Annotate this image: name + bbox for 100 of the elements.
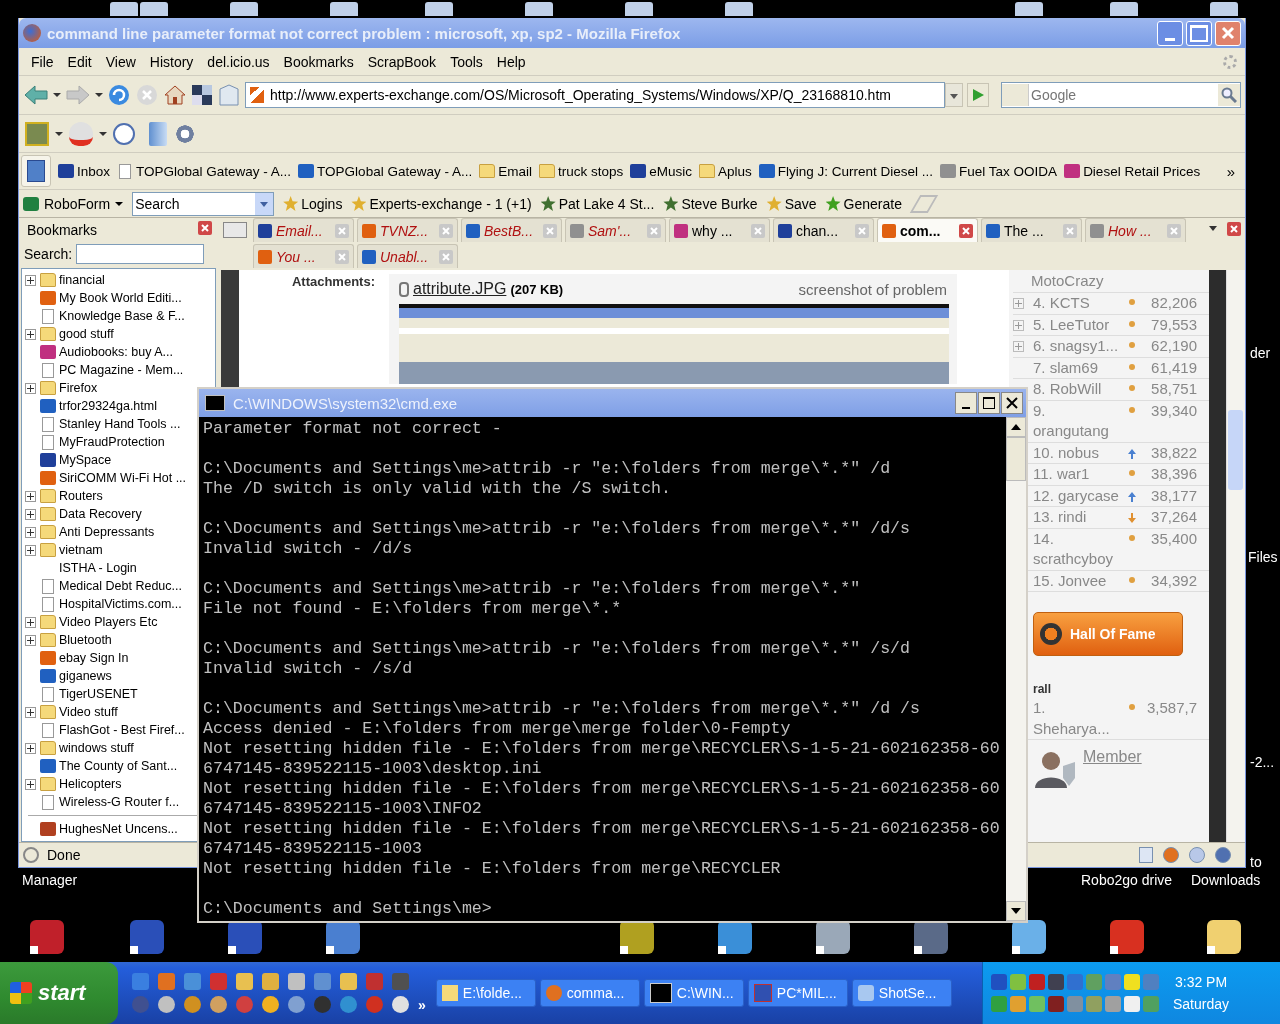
- start-button[interactable]: start: [0, 962, 118, 1024]
- browser-tab[interactable]: How ...: [1085, 218, 1186, 242]
- scrollbar[interactable]: [1006, 417, 1026, 921]
- quick-launch-icon[interactable]: [262, 996, 279, 1013]
- bookmark-item[interactable]: FlashGot - Best Firef...: [59, 723, 185, 737]
- checkerboard-icon[interactable]: [191, 84, 213, 106]
- desktop-shortcut-icon[interactable]: [30, 920, 64, 954]
- menu-item[interactable]: Tools: [444, 51, 489, 72]
- close-button[interactable]: [1001, 392, 1023, 414]
- expand-icon[interactable]: [25, 328, 36, 340]
- caret-icon[interactable]: [115, 201, 124, 206]
- bookmark-item[interactable]: giganews: [59, 669, 112, 683]
- quick-launch-icon[interactable]: [158, 996, 175, 1013]
- bookmark-link[interactable]: eMusic: [649, 163, 692, 179]
- toolbar-link[interactable]: Steve Burke: [681, 195, 758, 212]
- taskbar-button[interactable]: E:\folde...: [435, 979, 536, 1007]
- tray-icon[interactable]: [1048, 974, 1064, 990]
- expand-icon[interactable]: [25, 706, 36, 718]
- scroll-up-icon[interactable]: [1006, 417, 1026, 437]
- scroll-thumb[interactable]: [1006, 437, 1026, 481]
- bookmark-item[interactable]: Routers: [59, 489, 103, 503]
- bookmark-item[interactable]: Knowledge Base & F...: [59, 309, 185, 323]
- browser-tab[interactable]: The ...: [981, 218, 1082, 242]
- desktop-icon-label[interactable]: Files: [1248, 549, 1278, 565]
- bookmark-item[interactable]: ISTHA - Login: [59, 561, 137, 575]
- menu-item[interactable]: ScrapBook: [361, 51, 443, 72]
- expand-icon[interactable]: [25, 490, 36, 502]
- bookmark-item[interactable]: TigerUSENET: [59, 687, 138, 701]
- expand-icon[interactable]: [25, 778, 36, 790]
- quick-launch-icon[interactable]: [184, 996, 201, 1013]
- expand-icon[interactable]: [25, 616, 36, 628]
- bookmark-item[interactable]: Audiobooks: buy A...: [59, 345, 173, 359]
- expand-icon[interactable]: [25, 742, 36, 754]
- menu-item[interactable]: View: [99, 51, 142, 72]
- roboform-menu[interactable]: RoboForm: [44, 195, 111, 212]
- bookmark-link[interactable]: truck stops: [557, 163, 624, 179]
- maximize-button[interactable]: [978, 392, 1000, 414]
- quick-launch-icon[interactable]: [392, 996, 409, 1013]
- browser-tab[interactable]: Unabl...: [357, 244, 458, 268]
- minimize-button[interactable]: [955, 392, 977, 414]
- tray-icon[interactable]: [1010, 996, 1026, 1012]
- bookmark-link[interactable]: Flying J: Current Diesel ...: [777, 163, 934, 179]
- caret-icon[interactable]: [95, 93, 103, 97]
- browser-tab[interactable]: TVNZ...: [357, 218, 458, 242]
- expand-icon[interactable]: [25, 526, 36, 538]
- desktop-shortcut-icon[interactable]: [1110, 920, 1144, 954]
- menu-item[interactable]: History: [143, 51, 200, 72]
- bookmark-item[interactable]: trfor29324ga.html: [59, 399, 157, 413]
- expand-icon[interactable]: [25, 508, 36, 520]
- browser-tab[interactable]: chan...: [773, 218, 874, 242]
- browser-tab[interactable]: Sam'...: [565, 218, 666, 242]
- expand-icon[interactable]: [25, 544, 36, 556]
- caret-icon[interactable]: [53, 93, 61, 97]
- page-icon[interactable]: [1139, 847, 1153, 863]
- desktop-icon-label[interactable]: Robo2go drive: [1081, 872, 1173, 888]
- browser-tab[interactable]: Email...: [253, 218, 354, 242]
- bookmark-item[interactable]: windows stuff: [59, 741, 134, 755]
- taskbar-button[interactable]: comma...: [539, 979, 640, 1007]
- desktop-shortcut-icon[interactable]: [130, 920, 164, 954]
- search-field[interactable]: [76, 244, 205, 264]
- bookmark-item[interactable]: SiriCOMM Wi-Fi Hot ...: [59, 471, 187, 485]
- desktop-icon-label[interactable]: to: [1250, 854, 1262, 870]
- toolbar-link[interactable]: Logins: [301, 195, 343, 212]
- desktop-icon-label[interactable]: Manager: [22, 872, 78, 888]
- bookmark-item[interactable]: HughesNet Uncens...: [59, 822, 178, 836]
- taskbar-button[interactable]: ShotSe...: [851, 979, 952, 1007]
- tray-icon[interactable]: [991, 974, 1007, 990]
- browser-tab[interactable]: BestB...: [461, 218, 562, 242]
- menu-item[interactable]: del.icio.us: [201, 51, 276, 72]
- bookmark-item[interactable]: vietnam: [59, 543, 103, 557]
- bookmark-item[interactable]: Video Players Etc: [59, 615, 158, 629]
- bookmark-link[interactable]: Fuel Tax OOIDA: [959, 163, 1058, 179]
- bookmark-link[interactable]: Email: [498, 163, 532, 179]
- go-button[interactable]: [967, 83, 989, 107]
- toolbar-link[interactable]: Experts-exchange - 1 (+1): [369, 195, 532, 212]
- bookmark-link[interactable]: Inbox: [77, 163, 111, 179]
- bookmark-item[interactable]: MySpace: [59, 453, 112, 467]
- bookmark-link[interactable]: TOPGlobal Gateway - A...: [136, 163, 292, 179]
- caret-icon[interactable]: [55, 131, 63, 136]
- tray-icon[interactable]: [1124, 974, 1140, 990]
- bookmarks-sidebar-button[interactable]: [21, 155, 51, 187]
- bookmark-item[interactable]: financial: [59, 273, 105, 287]
- menu-item[interactable]: File: [25, 51, 60, 72]
- menu-item[interactable]: Bookmarks: [277, 51, 360, 72]
- toolbar-link[interactable]: Save: [784, 195, 817, 212]
- expand-icon[interactable]: [25, 382, 36, 394]
- desktop-icon-label[interactable]: der: [1250, 345, 1271, 361]
- search-engine-icon[interactable]: [1002, 84, 1029, 106]
- search-icon[interactable]: [1218, 84, 1240, 106]
- bookmark-link[interactable]: TOPGlobal Gateway - A...: [317, 163, 473, 179]
- bookmark-link[interactable]: Diesel Retail Prices: [1083, 163, 1201, 179]
- close-icon[interactable]: [959, 223, 973, 238]
- browser-tab[interactable]: com...: [877, 218, 978, 242]
- bookmark-item[interactable]: My Book World Editi...: [59, 291, 182, 305]
- browser-tab[interactable]: why ...: [669, 218, 770, 242]
- scrollbar[interactable]: [1226, 270, 1245, 842]
- bookmark-item[interactable]: ebay Sign In: [59, 651, 129, 665]
- menu-item[interactable]: Edit: [61, 51, 98, 72]
- bookmark-item[interactable]: Data Recovery: [59, 507, 142, 521]
- quick-launch-icon[interactable]: [288, 996, 305, 1013]
